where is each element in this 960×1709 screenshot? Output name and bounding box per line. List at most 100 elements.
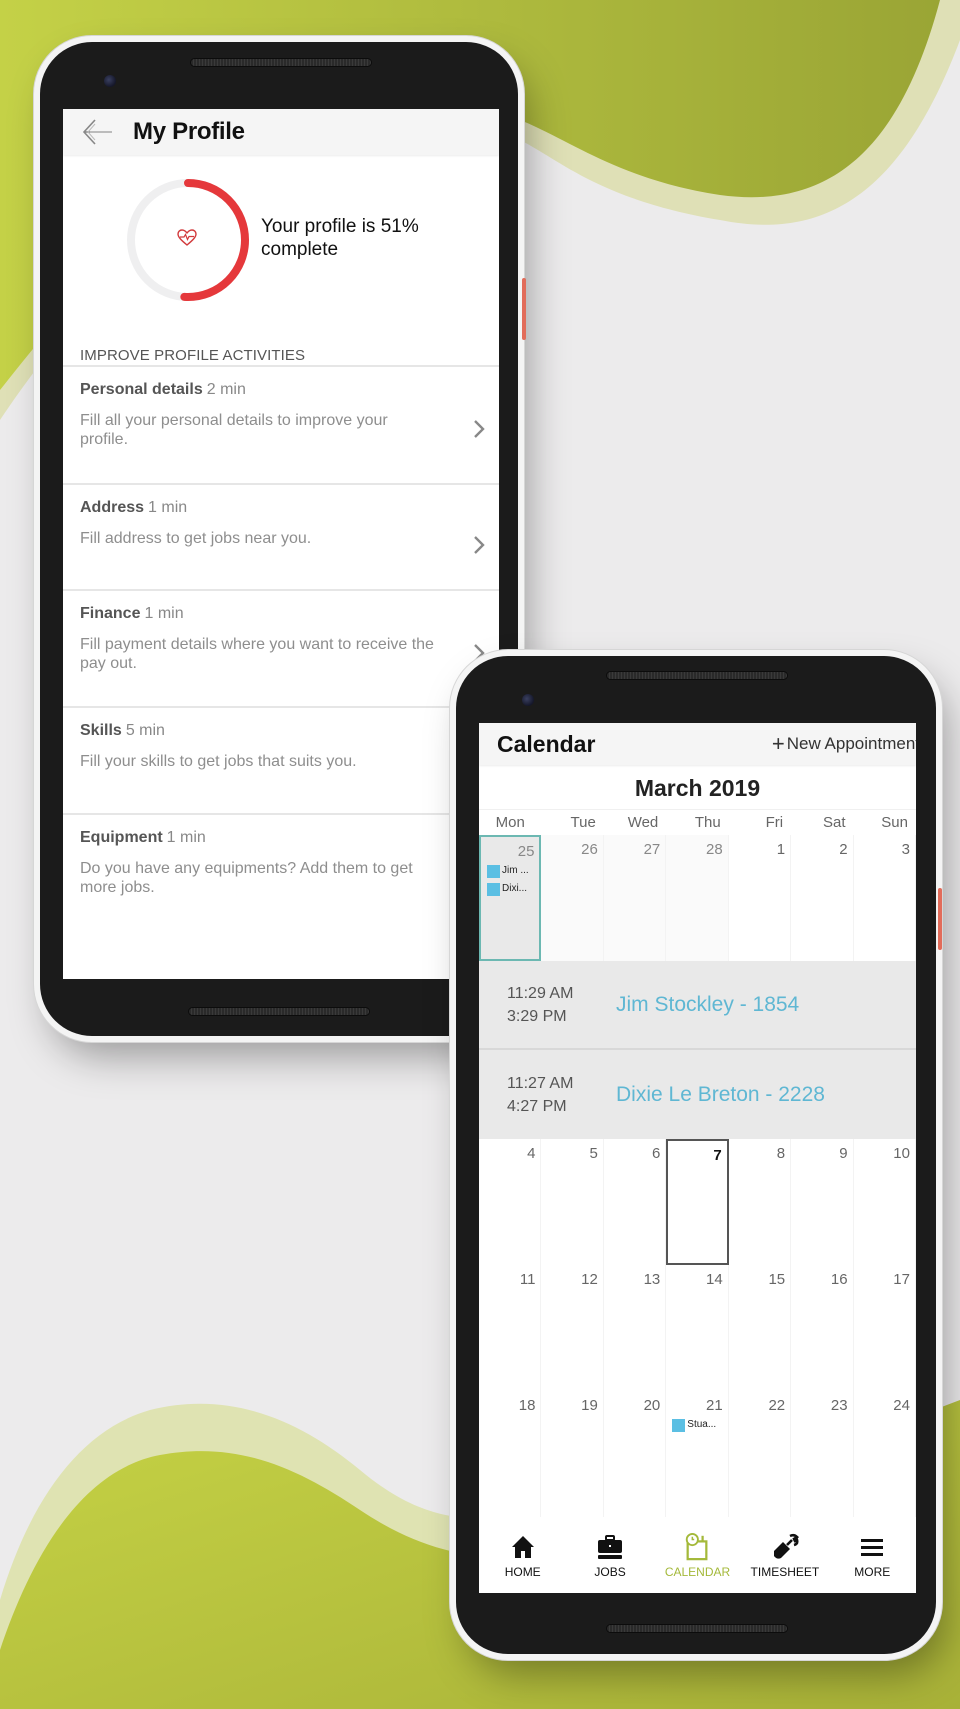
weekday-label: Sun — [881, 814, 908, 831]
day-number: 16 — [830, 1271, 848, 1288]
calendar-screen: Calendar + New Appointment March 2019 Mo… — [479, 723, 916, 1593]
activity-address[interactable]: Address 1 min Fill address to get jobs ne… — [63, 485, 499, 591]
home-icon — [511, 1536, 534, 1558]
activity-desc: Do you have any equipments? Add them to … — [80, 860, 413, 896]
front-camera — [104, 75, 116, 87]
activity-equipment[interactable]: Equipment 1 min Do you have any equipment… — [63, 815, 499, 935]
tab-calendar[interactable]: CALENDAR — [654, 1523, 741, 1593]
calendar-day[interactable]: 11 — [479, 1265, 542, 1391]
day-number: 7 — [713, 1147, 722, 1164]
calendar-day[interactable]: 15 — [729, 1265, 792, 1391]
tab-label: CALENDAR — [664, 1565, 731, 1579]
calendar-day[interactable]: 3 — [854, 835, 916, 961]
calendar-day[interactable]: 28 — [666, 835, 729, 961]
day-number: 19 — [581, 1397, 598, 1414]
calendar-phone: Calendar + New Appointment March 2019 Mo… — [456, 656, 942, 1654]
appointment-item[interactable]: 11:29 AM 3:29 PM Jim Stockley - 1854 — [479, 961, 916, 1050]
progress-text: Your profile is 51% complete — [261, 216, 419, 260]
day-number: 24 — [893, 1397, 910, 1414]
tab-home[interactable]: HOME — [479, 1523, 566, 1593]
day-number: 6 — [651, 1145, 661, 1162]
calendar-event[interactable]: Dixi... — [487, 882, 534, 896]
tab-jobs[interactable]: JOBS — [566, 1523, 653, 1593]
event-label: Dixi... — [502, 883, 527, 894]
activity-name: Finance — [80, 605, 141, 622]
weekday-label: Thu — [694, 814, 721, 831]
calendar-day[interactable]: 2 — [791, 835, 854, 961]
plus-icon: + — [771, 731, 785, 756]
profile-phone: My Profile Your profile is 51% complete … — [40, 42, 526, 1036]
tab-timesheet[interactable]: TIMESHEET — [741, 1523, 828, 1593]
appointment-name[interactable]: Dixie Le Breton - 2228 — [616, 1083, 825, 1107]
day-number: 21 — [706, 1397, 723, 1414]
section-label: IMPROVE PROFILE ACTIVITIES — [63, 345, 499, 367]
calendar-day[interactable]: 14 — [666, 1265, 729, 1391]
calendar-day[interactable]: 18 — [479, 1391, 542, 1517]
speaker-grille — [188, 1007, 370, 1016]
calendar-day[interactable]: 12 — [541, 1265, 604, 1391]
weekday-label: Tue — [570, 814, 596, 831]
bottom-tab-bar: HOME JOBS CALENDAR TIMESHEET MORE — [479, 1523, 916, 1593]
calendar-day[interactable]: 20 — [604, 1391, 667, 1517]
calendar-day[interactable]: 13 — [604, 1265, 667, 1391]
calendar-clock-icon — [686, 1533, 708, 1561]
calendar-day[interactable]: 22 — [729, 1391, 792, 1517]
speaker-grille — [190, 58, 372, 67]
back-button[interactable] — [63, 109, 133, 155]
tab-label: MORE — [854, 1565, 891, 1579]
activity-skills[interactable]: Skills 5 min Fill your skills to get jobs… — [63, 708, 499, 815]
calendar-day[interactable]: 7 — [666, 1139, 729, 1265]
calendar-day[interactable]: 9 — [791, 1139, 854, 1265]
calendar-app-bar: Calendar + New Appointment — [479, 723, 916, 765]
calendar-week: 11 12 13 14 15 16 17 — [479, 1265, 916, 1391]
activity-desc: Fill address to get jobs near you. — [80, 530, 312, 547]
profile-app-bar: My Profile — [63, 109, 499, 155]
calendar-day[interactable]: 10 — [854, 1139, 916, 1265]
event-label: Jim ... — [502, 865, 529, 876]
calendar-day[interactable]: 23 — [791, 1391, 854, 1517]
day-number: 14 — [706, 1271, 723, 1288]
event-color-swatch — [487, 864, 500, 878]
day-number: 15 — [768, 1271, 786, 1288]
day-number: 2 — [839, 841, 848, 858]
day-number: 26 — [581, 841, 598, 858]
calendar-day[interactable]: 27 — [603, 835, 667, 961]
new-appointment-button[interactable]: + New Appointment — [772, 731, 916, 757]
calendar-day[interactable]: 8 — [729, 1139, 792, 1265]
activity-personal-details[interactable]: Personal details 2 min Fill all your pers… — [63, 367, 499, 485]
activity-desc: Fill your skills to get jobs that suits … — [80, 753, 357, 770]
day-number: 18 — [518, 1397, 536, 1414]
calendar-week: 4 5 6 7 8 9 10 — [479, 1139, 916, 1265]
day-number: 17 — [893, 1271, 910, 1288]
weekday-label: Sat — [823, 814, 846, 831]
side-button — [522, 278, 526, 340]
calendar-event[interactable]: Stua... — [672, 1418, 722, 1432]
day-number: 11 — [519, 1271, 536, 1288]
calendar-day[interactable]: 26 — [541, 835, 604, 961]
calendar-day[interactable]: 17 — [854, 1265, 916, 1391]
calendar-day[interactable]: 21 Stua... — [666, 1391, 729, 1517]
day-number: 28 — [706, 841, 723, 858]
day-number: 20 — [643, 1397, 661, 1414]
tab-more[interactable]: MORE — [829, 1523, 916, 1593]
appointment-list: 11:29 AM 3:29 PM Jim Stockley - 1854 11:… — [479, 961, 916, 1139]
calendar-event[interactable]: Jim ... — [487, 864, 534, 878]
day-number: 12 — [581, 1271, 598, 1288]
calendar-day[interactable]: 19 — [541, 1391, 604, 1517]
day-number: 9 — [839, 1145, 848, 1162]
activity-finance[interactable]: Finance 1 min Fill payment details where … — [63, 591, 499, 708]
calendar-day[interactable]: 5 — [541, 1139, 604, 1265]
calendar-day[interactable]: 16 — [791, 1265, 854, 1391]
weekday-header: Mon Tue Wed Thu Fri Sat Sun — [479, 809, 916, 835]
appointment-item[interactable]: 11:27 AM 4:27 PM Dixie Le Breton - 2228 — [479, 1050, 916, 1139]
calendar-day[interactable]: 6 — [604, 1139, 667, 1265]
calendar-day[interactable]: 1 — [729, 835, 792, 961]
calendar-day[interactable]: 24 — [854, 1391, 916, 1517]
appointment-name[interactable]: Jim Stockley - 1854 — [616, 993, 799, 1017]
activity-name: Address — [80, 499, 145, 516]
page-title: My Profile — [133, 118, 245, 145]
calendar-day[interactable]: 25 Jim ... Dixi... — [479, 835, 542, 961]
weekday-label: Fri — [765, 814, 784, 831]
calendar-day[interactable]: 4 — [479, 1139, 542, 1265]
day-number: 4 — [527, 1145, 536, 1162]
